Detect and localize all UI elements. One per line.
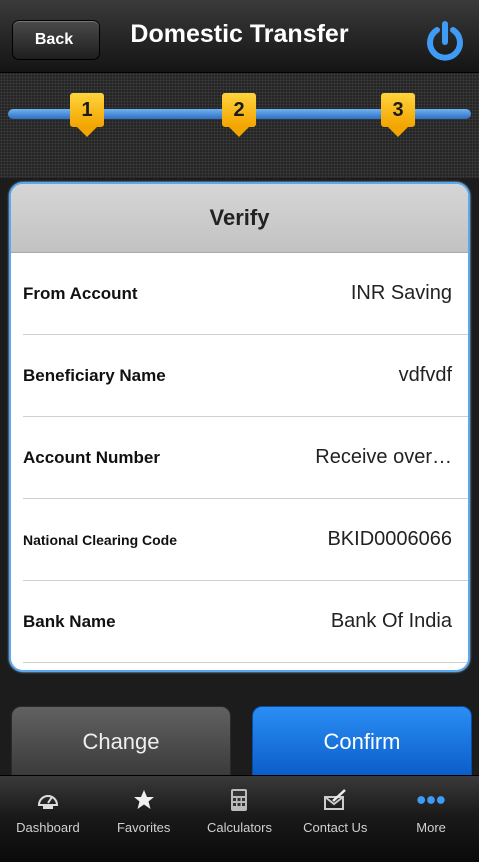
contact-icon (321, 786, 349, 814)
tab-label: Favorites (116, 820, 171, 835)
star-icon (130, 786, 158, 814)
tab-label: More (416, 820, 446, 835)
tab-dashboard[interactable]: Dashboard (0, 776, 96, 862)
progress-stepper: 1 2 3 (0, 73, 479, 178)
row-label: From Account (23, 283, 138, 303)
step-1: 1 (70, 93, 104, 137)
power-icon[interactable] (423, 20, 467, 64)
tab-label: Calculators (206, 820, 272, 835)
row-value: Receive over… (315, 446, 452, 468)
confirm-button[interactable]: Confirm (252, 706, 472, 778)
tab-bar: Dashboard Favorites Calculators Contact … (0, 775, 479, 862)
page-title: Domestic Transfer (130, 20, 349, 48)
detail-row-beneficiary-name: Beneficiary Name vdfvdf (23, 335, 468, 417)
row-value: BKID0006066 (327, 528, 452, 550)
tab-label: Contact Us (303, 820, 368, 835)
row-label: National Clearing Code (23, 531, 178, 548)
tab-contact-us[interactable]: Contact Us (287, 776, 383, 862)
navigation-bar: Back Domestic Transfer (0, 0, 479, 73)
card-title: Verify (11, 184, 468, 253)
tab-more[interactable]: More (383, 776, 479, 862)
tab-calculators[interactable]: Calculators (192, 776, 288, 862)
tab-label: Dashboard (16, 820, 80, 835)
detail-row-account-number: Account Number Receive over… (23, 417, 468, 499)
row-label: Account Number (23, 447, 160, 467)
row-label: Bank Name (23, 611, 116, 631)
detail-row-from-account: From Account INR Saving (23, 253, 468, 335)
verify-card: Verify From Account INR Saving Beneficia… (9, 182, 470, 672)
row-value: INR Saving (350, 282, 452, 304)
detail-row-bank-name: Bank Name Bank Of India (23, 581, 468, 663)
more-icon (417, 786, 445, 814)
action-buttons: Change Confirm (0, 680, 479, 778)
row-label: Beneficiary Name (23, 365, 166, 385)
tab-favorites[interactable]: Favorites (96, 776, 192, 862)
change-button[interactable]: Change (11, 706, 231, 778)
step-3: 3 (381, 93, 415, 137)
row-value: Bank Of India (330, 610, 452, 632)
step-2: 2 (222, 93, 256, 137)
calculator-icon (225, 786, 253, 814)
row-value: vdfvdf (398, 364, 452, 386)
dashboard-icon (34, 786, 62, 814)
detail-row-clearing-code: National Clearing Code BKID0006066 (23, 499, 468, 581)
